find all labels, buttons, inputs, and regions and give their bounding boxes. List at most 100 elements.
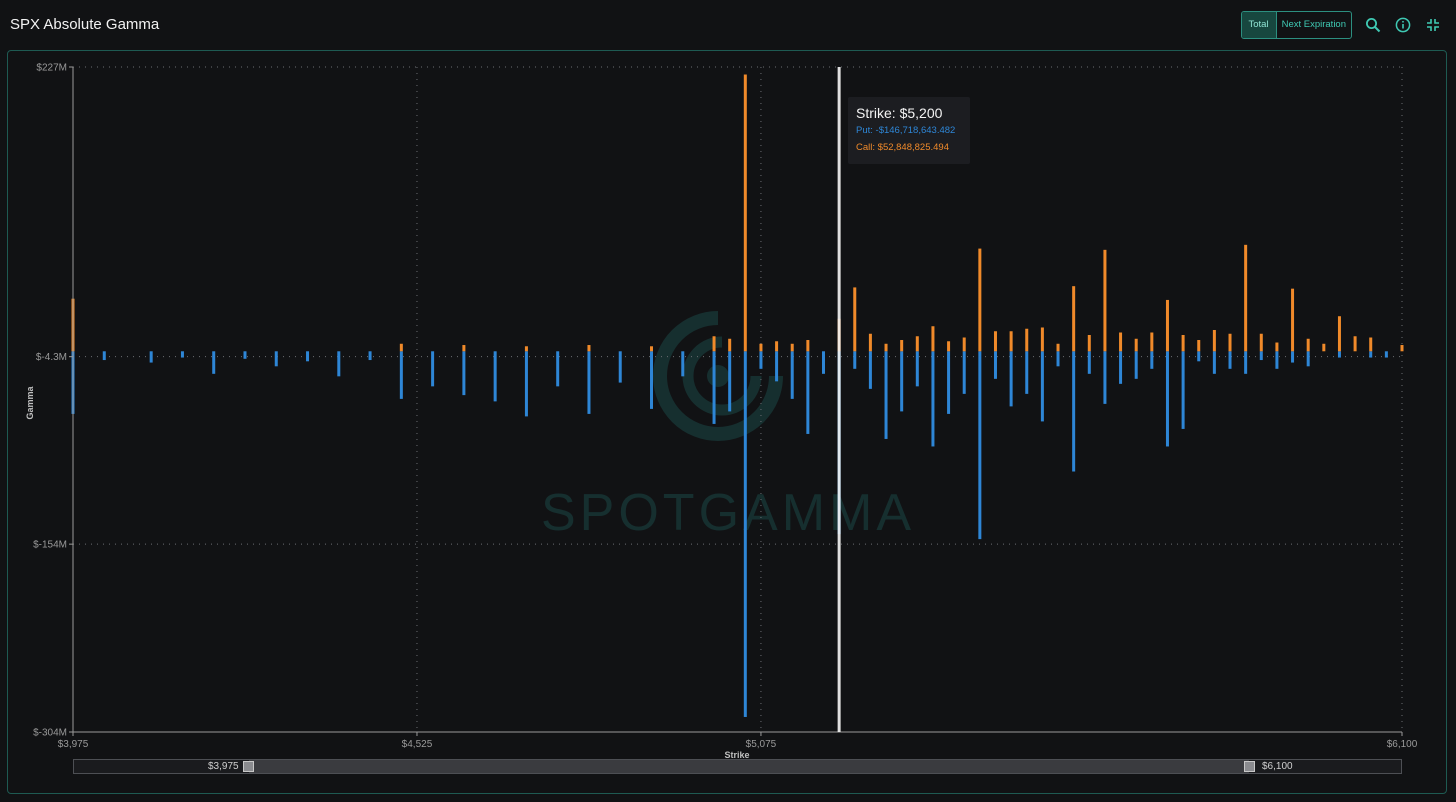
call-bar[interactable] (1087, 335, 1091, 352)
put-bar[interactable] (306, 351, 310, 362)
call-bar[interactable] (743, 74, 747, 352)
put-bar[interactable] (1009, 351, 1013, 407)
put-bar[interactable] (524, 351, 528, 417)
call-bar[interactable] (1197, 340, 1201, 352)
call-bar[interactable] (1165, 299, 1169, 352)
range-handle-low[interactable] (243, 761, 254, 772)
call-bar[interactable] (1275, 342, 1279, 352)
put-bar[interactable] (853, 351, 857, 369)
call-bar[interactable] (650, 346, 654, 352)
put-bar[interactable] (1056, 351, 1060, 367)
call-bar[interactable] (915, 336, 919, 352)
call-bar[interactable] (1244, 244, 1248, 352)
call-bar[interactable] (1322, 343, 1326, 352)
call-bar[interactable] (931, 326, 935, 352)
call-bar[interactable] (1337, 316, 1341, 352)
put-bar[interactable] (1244, 351, 1248, 374)
call-bar[interactable] (868, 333, 872, 352)
put-bar[interactable] (1197, 351, 1201, 362)
put-bar[interactable] (274, 351, 278, 367)
put-bar[interactable] (712, 351, 716, 424)
put-bar[interactable] (462, 351, 466, 396)
put-bar[interactable] (102, 351, 106, 361)
call-bar[interactable] (759, 343, 763, 352)
call-bar[interactable] (1369, 337, 1373, 352)
put-bar[interactable] (556, 351, 560, 387)
call-bar[interactable] (1119, 332, 1123, 352)
put-bar[interactable] (1275, 351, 1279, 369)
put-bar[interactable] (931, 351, 935, 447)
call-bar[interactable] (1056, 343, 1060, 352)
call-bar[interactable] (1353, 336, 1357, 352)
call-bar[interactable] (1259, 333, 1263, 352)
put-bar[interactable] (1369, 351, 1373, 358)
call-bar[interactable] (1134, 338, 1138, 352)
put-bar[interactable] (243, 351, 247, 359)
put-bar[interactable] (775, 351, 779, 382)
call-bar[interactable] (399, 343, 403, 352)
put-bar[interactable] (1119, 351, 1123, 384)
put-bar[interactable] (1337, 351, 1341, 358)
call-bar[interactable] (462, 345, 466, 352)
call-bar[interactable] (728, 338, 732, 352)
put-bar[interactable] (399, 351, 403, 399)
call-bar[interactable] (1212, 329, 1216, 352)
range-selection[interactable] (249, 760, 1249, 773)
call-bar[interactable] (587, 345, 591, 352)
put-bar[interactable] (1025, 351, 1029, 394)
call-bar[interactable] (978, 248, 982, 352)
put-bar[interactable] (743, 351, 747, 717)
put-bar[interactable] (1072, 351, 1076, 472)
put-bar[interactable] (1134, 351, 1138, 379)
call-bar[interactable] (806, 340, 810, 352)
put-bar[interactable] (650, 351, 654, 409)
put-bar[interactable] (900, 351, 904, 412)
call-bar[interactable] (775, 341, 779, 352)
put-bar[interactable] (1212, 351, 1216, 374)
call-bar[interactable] (1291, 288, 1295, 352)
call-bar[interactable] (1072, 286, 1076, 352)
put-bar[interactable] (962, 351, 966, 394)
put-bar[interactable] (368, 351, 372, 361)
call-bar[interactable] (1040, 327, 1044, 352)
call-bar[interactable] (884, 343, 888, 352)
call-bar[interactable] (962, 337, 966, 352)
call-bar[interactable] (1400, 345, 1404, 352)
put-bar[interactable] (790, 351, 794, 399)
put-bar[interactable] (1087, 351, 1091, 374)
put-bar[interactable] (212, 351, 216, 374)
call-bar[interactable] (1228, 333, 1232, 352)
call-bar[interactable] (1009, 331, 1013, 352)
call-bar[interactable] (993, 331, 997, 352)
put-bar[interactable] (759, 351, 763, 369)
put-bar[interactable] (1306, 351, 1310, 367)
put-bar[interactable] (947, 351, 951, 414)
put-bar[interactable] (1384, 351, 1388, 358)
range-slider[interactable]: $3,975 $6,100 (73, 759, 1402, 774)
call-bar[interactable] (1103, 249, 1107, 352)
put-bar[interactable] (618, 351, 622, 383)
call-bar[interactable] (947, 341, 951, 352)
put-bar[interactable] (1165, 351, 1169, 447)
put-bar[interactable] (180, 351, 184, 358)
put-bar[interactable] (431, 351, 435, 387)
range-handle-high[interactable] (1244, 761, 1255, 772)
call-bar[interactable] (524, 346, 528, 352)
put-bar[interactable] (728, 351, 732, 412)
call-bar[interactable] (790, 343, 794, 352)
put-bar[interactable] (806, 351, 810, 434)
call-bar[interactable] (1025, 328, 1029, 352)
put-bar[interactable] (1291, 351, 1295, 363)
call-bar[interactable] (712, 336, 716, 352)
put-bar[interactable] (1040, 351, 1044, 422)
put-bar[interactable] (587, 351, 591, 414)
put-bar[interactable] (1150, 351, 1154, 369)
put-bar[interactable] (821, 351, 825, 374)
put-bar[interactable] (993, 351, 997, 379)
put-bar[interactable] (978, 351, 982, 540)
put-bar[interactable] (1259, 351, 1263, 361)
put-bar[interactable] (337, 351, 341, 377)
put-bar[interactable] (884, 351, 888, 439)
call-bar[interactable] (853, 287, 857, 352)
call-bar[interactable] (1150, 332, 1154, 352)
